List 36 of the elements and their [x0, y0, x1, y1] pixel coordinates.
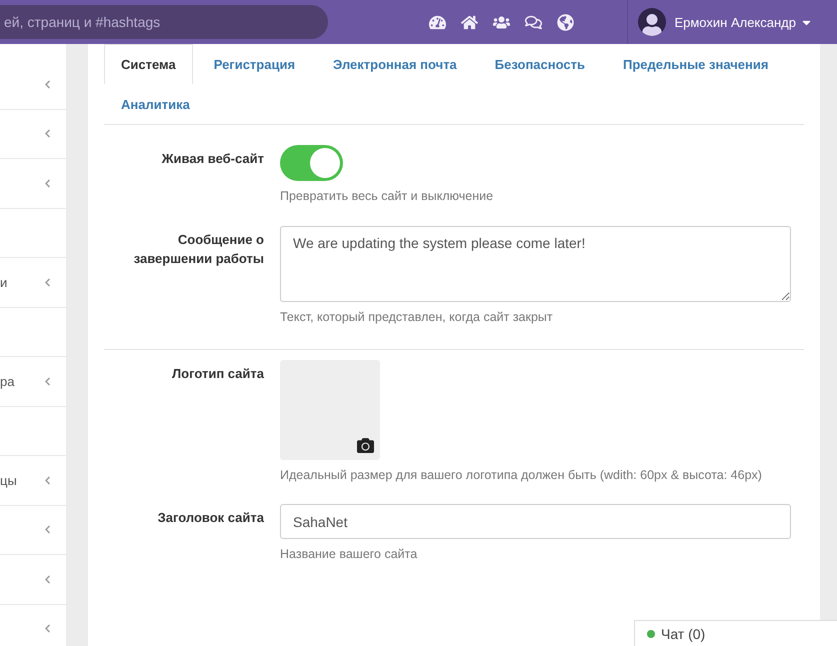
- title-field[interactable]: SahaNet: [280, 504, 791, 540]
- dashboard-icon[interactable]: [428, 14, 446, 30]
- logo-upload[interactable]: [280, 360, 380, 460]
- field-label: Заголовок сайта: [156, 509, 264, 528]
- chevron-icon[interactable]: [43, 574, 52, 584]
- field-label: Логотип сайта: [171, 364, 264, 382]
- chat-icon[interactable]: [524, 14, 542, 30]
- help-text: Название вашего сайта: [280, 546, 418, 564]
- sidebar-label: и: [0, 274, 8, 290]
- avatar-icon[interactable]: [638, 8, 666, 36]
- search-field[interactable]: ей, страниц и #hashtags: [0, 5, 328, 39]
- message-field[interactable]: We are updating the system please come later!: [280, 226, 791, 302]
- camera-icon: [357, 436, 374, 454]
- sidebar-label: цы: [0, 472, 17, 488]
- chevron-icon[interactable]: [43, 624, 52, 634]
- help-text: Идеальный размер для вашего логотипа должен быть (wdith: 60px & высота: 46px): [280, 466, 763, 484]
- users-icon[interactable]: [492, 14, 510, 30]
- settings-tab[interactable]: Система: [104, 44, 193, 84]
- globe-icon[interactable]: [556, 14, 574, 30]
- toggle-switch[interactable]: [280, 145, 343, 181]
- sidebar-label: ра: [0, 374, 14, 389]
- help-text: Превратить весь сайт и выключение: [280, 188, 494, 205]
- user-menu[interactable]: Ермохин Александр: [674, 14, 813, 30]
- chevron-icon[interactable]: [43, 129, 52, 138]
- chevron-icon[interactable]: [43, 525, 52, 534]
- field-label: Живая веб-сайт: [160, 150, 264, 168]
- chevron-icon[interactable]: [43, 178, 52, 188]
- field-label: Сообщение о завершении работы: [132, 230, 264, 268]
- chevron-icon[interactable]: [43, 376, 52, 386]
- chat-label: Чат (0): [661, 626, 706, 642]
- chevron-icon[interactable]: [43, 80, 52, 89]
- help-text: Текст, который представлен, когда сайт закрыт: [280, 308, 554, 326]
- home-icon[interactable]: [460, 14, 478, 30]
- chevron-icon[interactable]: [43, 278, 52, 287]
- chat-panel[interactable]: Чат (0): [634, 620, 837, 646]
- chevron-icon[interactable]: [43, 476, 52, 485]
